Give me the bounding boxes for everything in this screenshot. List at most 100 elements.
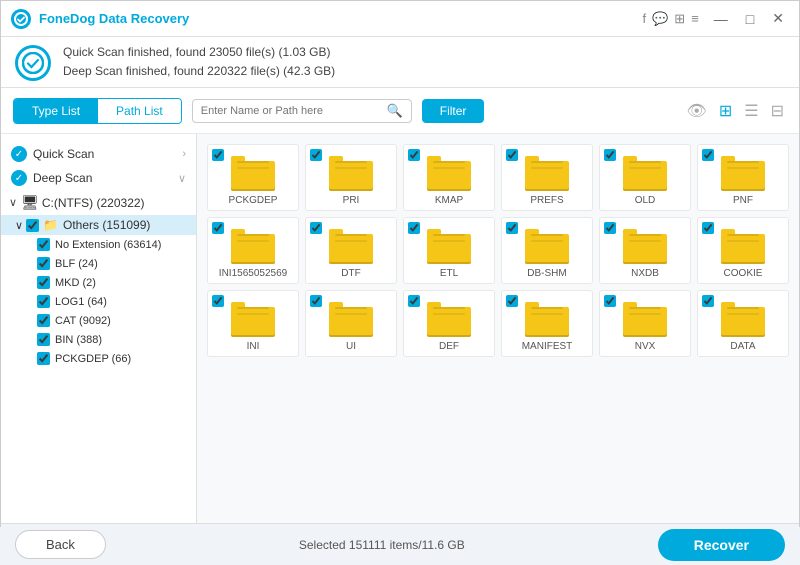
sub-item-5[interactable]: BIN (388) [9,330,196,349]
file-item[interactable]: PREFS [501,144,593,211]
file-item[interactable]: UI [305,290,397,357]
file-checkbox[interactable] [212,149,224,161]
file-item[interactable]: MANIFEST [501,290,593,357]
folder-thumbnail [721,153,765,191]
file-label: ETL [440,268,458,279]
file-checkbox[interactable] [408,149,420,161]
file-item[interactable]: COOKIE [697,217,789,284]
status-check-icon [15,45,51,81]
folder-thumbnail [231,153,275,191]
file-checkbox[interactable] [506,295,518,307]
file-item[interactable]: DTF [305,217,397,284]
facebook-icon[interactable]: f [642,11,646,27]
sub-item-0[interactable]: No Extension (63614) [9,235,196,254]
file-item[interactable]: NVX [599,290,691,357]
search-icon: 🔍 [387,103,403,119]
file-label: DTF [341,268,360,279]
grid-icon[interactable]: ⊞ [674,11,685,27]
sub-item-4[interactable]: CAT (9092) [9,311,196,330]
file-item[interactable]: PRI [305,144,397,211]
recover-button[interactable]: Recover [658,529,785,561]
file-checkbox[interactable] [604,222,616,234]
file-item[interactable]: OLD [599,144,691,211]
file-label: NVX [635,341,656,352]
folder-thumbnail [525,153,569,191]
sub-checkbox-1[interactable] [37,257,50,270]
menu-icon[interactable]: ≡ [691,11,699,27]
sidebar-others-folder[interactable]: ∨ 📁 Others (151099) [1,215,196,235]
sub-item-2[interactable]: MKD (2) [9,273,196,292]
folder-thumbnail [427,226,471,264]
file-checkbox[interactable] [310,295,322,307]
tab-path-list[interactable]: Path List [98,99,181,123]
close-button[interactable]: ✕ [767,8,789,29]
eye-icon[interactable]: 👁 [684,98,710,124]
sub-checkbox-0[interactable] [37,238,50,251]
file-checkbox[interactable] [506,222,518,234]
folder-thumbnail [329,226,373,264]
folder-thumbnail [721,299,765,337]
file-item[interactable]: INI1565052569 [207,217,299,284]
sub-label-3: LOG1 (64) [55,296,107,308]
file-checkbox[interactable] [310,149,322,161]
file-item[interactable]: INI [207,290,299,357]
file-label: INI [247,341,260,352]
file-checkbox[interactable] [604,149,616,161]
sub-checkbox-3[interactable] [37,295,50,308]
toolbar: Type List Path List 🔍 Filter 👁 ⊞ ☰ ⊟ [1,88,799,134]
deep-scan-arrow: ∨ [178,172,186,185]
drive-label: C:(NTFS) (220322) [42,196,145,210]
sidebar-drive[interactable]: ∨ 🖥 C:(NTFS) (220322) [1,190,196,215]
filter-button[interactable]: Filter [422,99,485,123]
folder-thumbnail [623,226,667,264]
file-label: DB-SHM [527,268,566,279]
file-item[interactable]: PCKGDEP [207,144,299,211]
sub-checkbox-6[interactable] [37,352,50,365]
minimize-button[interactable]: — [709,9,733,29]
sub-checkbox-4[interactable] [37,314,50,327]
grid-view-icon[interactable]: ⊞ [716,98,735,124]
file-item[interactable]: DATA [697,290,789,357]
file-checkbox[interactable] [212,295,224,307]
folder-expand-arrow: ∨ [15,219,23,232]
others-checkbox[interactable] [26,219,39,232]
sub-checkbox-2[interactable] [37,276,50,289]
file-checkbox[interactable] [702,149,714,161]
file-checkbox[interactable] [310,222,322,234]
back-button[interactable]: Back [15,530,106,559]
file-label: COOKIE [724,268,763,279]
file-item[interactable]: KMAP [403,144,495,211]
tab-type-list[interactable]: Type List [14,99,98,123]
sub-item-6[interactable]: PCKGDEP (66) [9,349,196,368]
maximize-button[interactable]: □ [741,9,759,29]
file-item[interactable]: NXDB [599,217,691,284]
title-bar: FoneDog Data Recovery f 💬 ⊞ ≡ — □ ✕ [1,1,799,37]
file-item[interactable]: DB-SHM [501,217,593,284]
file-item[interactable]: PNF [697,144,789,211]
detail-view-icon[interactable]: ⊟ [768,98,787,124]
file-label: PCKGDEP [229,195,278,206]
sidebar-deep-scan[interactable]: ✓ Deep Scan ∨ [1,166,196,190]
quick-scan-check: ✓ [11,146,27,162]
list-view-icon[interactable]: ☰ [741,98,761,124]
file-checkbox[interactable] [702,295,714,307]
file-label: NXDB [631,268,659,279]
file-label: DEF [439,341,459,352]
sub-checkbox-5[interactable] [37,333,50,346]
file-label: PNF [733,195,753,206]
file-item[interactable]: ETL [403,217,495,284]
file-checkbox[interactable] [408,295,420,307]
file-label: UI [346,341,356,352]
search-input[interactable] [201,105,387,117]
sub-item-3[interactable]: LOG1 (64) [9,292,196,311]
file-checkbox[interactable] [212,222,224,234]
file-checkbox[interactable] [702,222,714,234]
sidebar-quick-scan[interactable]: ✓ Quick Scan › [1,142,196,166]
main-layout: ✓ Quick Scan › ✓ Deep Scan ∨ ∨ 🖥 C:(NTFS… [1,134,799,523]
chat-icon[interactable]: 💬 [652,11,668,27]
file-item[interactable]: DEF [403,290,495,357]
file-checkbox[interactable] [604,295,616,307]
file-checkbox[interactable] [408,222,420,234]
file-checkbox[interactable] [506,149,518,161]
sub-item-1[interactable]: BLF (24) [9,254,196,273]
